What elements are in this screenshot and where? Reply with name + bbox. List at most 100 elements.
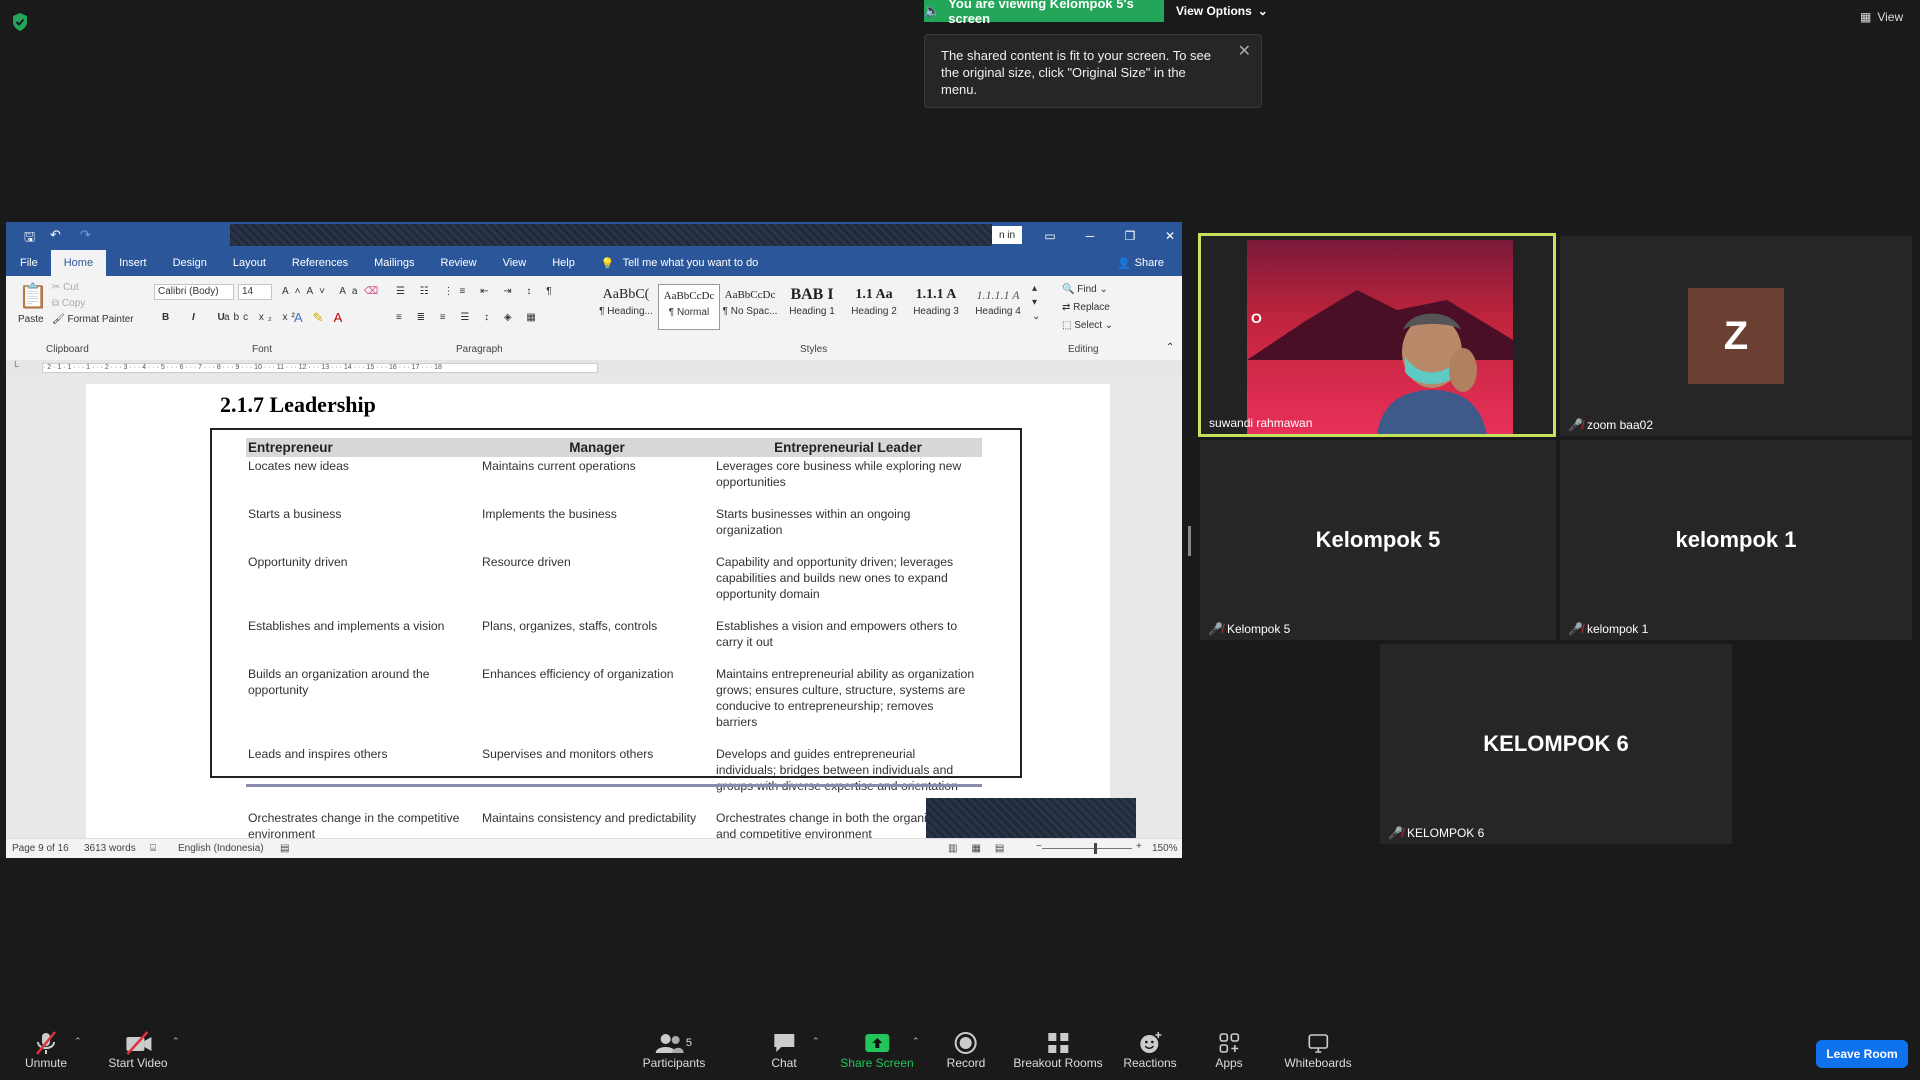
- tab-design[interactable]: Design: [160, 250, 220, 276]
- leave-room-button[interactable]: Leave Room: [1816, 1040, 1908, 1068]
- chat-options-caret-icon[interactable]: ⌃: [812, 1036, 820, 1047]
- panel-splitter-handle[interactable]: [1188, 526, 1191, 556]
- format-painter-button[interactable]: 🖌 Format Painter: [52, 314, 134, 325]
- redo-icon[interactable]: ↷: [80, 227, 91, 243]
- share-options-caret-icon[interactable]: ⌃: [912, 1036, 920, 1047]
- document-area: 2.1.7 Leadership Entrepreneur Manager En…: [6, 374, 1182, 844]
- language-indicator[interactable]: English (Indonesia): [178, 843, 264, 854]
- undo-icon[interactable]: ↶: [50, 227, 61, 243]
- replace-button[interactable]: ⇄ Replace: [1062, 302, 1110, 313]
- word-title-bar: 🖫 ↶ ↷ n in ▭ ─ ❐ ✕: [6, 222, 1182, 250]
- replace-label: Replace: [1073, 302, 1110, 313]
- sign-in-button[interactable]: n in: [992, 226, 1022, 244]
- text-effects-highlight-color-icons[interactable]: A✎A: [294, 310, 352, 326]
- style-heading-gallery-item[interactable]: AaBbC(¶ Heading...: [596, 284, 656, 328]
- share-label: Share: [1134, 257, 1164, 269]
- collapse-ribbon-icon[interactable]: ⌃: [1166, 342, 1174, 353]
- share-button[interactable]: 👤 Share: [1104, 250, 1182, 276]
- share-screen-button[interactable]: Share Screen: [840, 1030, 914, 1070]
- font-size-select[interactable]: 14: [238, 284, 272, 300]
- breakout-rooms-label: Breakout Rooms: [1013, 1056, 1103, 1070]
- zoom-slider-thumb[interactable]: [1094, 843, 1097, 854]
- view-button[interactable]: ▦ View: [1860, 10, 1903, 24]
- breakout-rooms-button[interactable]: Breakout Rooms: [1013, 1030, 1103, 1070]
- list-indent-icons[interactable]: ☰ ☷ ⋮≡ ⇤ ⇥ ↕ ¶: [396, 286, 558, 297]
- section-heading: 2.1.7 Leadership: [220, 392, 376, 417]
- video-tile-kelompok-5[interactable]: Kelompok 5 🎤̸ Kelompok 5: [1200, 440, 1556, 640]
- zoom-out-icon[interactable]: −: [1036, 841, 1042, 852]
- table-cell: Implements the business: [482, 507, 617, 521]
- tab-review[interactable]: Review: [428, 250, 490, 276]
- table-cell: Leverages core business while exploring …: [716, 459, 962, 489]
- tab-help[interactable]: Help: [539, 250, 588, 276]
- select-button[interactable]: ⬚ Select ⌄: [1062, 320, 1113, 331]
- close-window-icon[interactable]: ✕: [1150, 226, 1182, 246]
- font-grow-shrink-icons[interactable]: A˄A˅ Aa: [282, 286, 363, 297]
- shield-icon[interactable]: [10, 12, 30, 32]
- save-icon[interactable]: 🖫: [24, 228, 35, 250]
- style-normal-gallery-item[interactable]: AaBbCcDc ¶ Normal: [658, 284, 720, 330]
- table-cell: Locates new ideas: [248, 459, 349, 473]
- tab-references[interactable]: References: [279, 250, 361, 276]
- tab-view[interactable]: View: [490, 250, 540, 276]
- participant-display-name: KELOMPOK 6: [1483, 731, 1629, 756]
- whiteboards-button[interactable]: Whiteboards: [1284, 1030, 1352, 1070]
- paste-icon[interactable]: 📋: [18, 282, 48, 311]
- chat-label: Chat: [771, 1056, 797, 1070]
- reactions-label: Reactions: [1123, 1056, 1177, 1070]
- table-row: Starts a business Implements the business…: [246, 505, 982, 553]
- styles-scroll-icon[interactable]: ▴ ▾ ⌄: [1032, 282, 1040, 324]
- style-heading2-gallery-item[interactable]: 1.1 Aa Heading 2: [844, 284, 904, 328]
- find-button[interactable]: 🔍 Find ⌄: [1062, 284, 1108, 295]
- copy-button[interactable]: ⧉ Copy: [52, 298, 85, 309]
- tab-mailings[interactable]: Mailings: [361, 250, 427, 276]
- word-count[interactable]: 3613 words: [84, 843, 136, 854]
- video-tile-suwandi[interactable]: O suwandi rahmawan: [1198, 233, 1556, 437]
- style-heading4-gallery-item[interactable]: 1.1.1.1 A Heading 4: [968, 284, 1028, 328]
- page-count[interactable]: Page 9 of 16: [12, 843, 69, 854]
- cut-button[interactable]: ✂ Cut: [52, 282, 79, 293]
- tab-file[interactable]: File: [6, 250, 51, 276]
- reactions-button[interactable]: Reactions: [1123, 1030, 1177, 1070]
- column-header: Entrepreneurial Leader: [714, 438, 982, 457]
- zoom-level[interactable]: 150%: [1152, 843, 1178, 854]
- video-tile-kelompok-6[interactable]: KELOMPOK 6 🎤̸ KELOMPOK 6: [1380, 644, 1732, 844]
- participants-button[interactable]: 5 Participants: [643, 1030, 705, 1070]
- proofing-icon[interactable]: ⌸: [150, 843, 156, 854]
- ruler-scale[interactable]: · 2 · 1 · 1 · · · 1 · · · 2 · · · 3 · · …: [42, 363, 598, 373]
- style-heading3-gallery-item[interactable]: 1.1.1 A Heading 3: [906, 284, 966, 328]
- clear-formatting-icon[interactable]: ⌫: [364, 286, 378, 297]
- zoom-in-icon[interactable]: +: [1136, 841, 1142, 852]
- chat-button[interactable]: Chat: [771, 1030, 797, 1070]
- paste-button[interactable]: Paste: [18, 314, 44, 325]
- tab-insert[interactable]: Insert: [106, 250, 160, 276]
- align-spacing-icons[interactable]: ≡ ≣ ≡ ☰ ↕ ◈ ▦: [396, 312, 542, 323]
- accessibility-icon[interactable]: ▤: [280, 843, 289, 854]
- record-button[interactable]: Record: [947, 1030, 985, 1070]
- start-video-label: Start Video: [108, 1056, 168, 1070]
- apps-button[interactable]: Apps: [1215, 1030, 1243, 1070]
- style-heading1-gallery-item[interactable]: BAB I Heading 1: [782, 284, 842, 328]
- audio-options-caret-icon[interactable]: ⌃: [74, 1036, 82, 1047]
- tooltip-text: The shared content is fit to your screen…: [941, 48, 1212, 97]
- style-no-spacing-gallery-item[interactable]: AaBbCcDc ¶ No Spac...: [720, 284, 780, 328]
- video-tile-kelompok-1[interactable]: kelompok 1 🎤̸ kelompok 1: [1560, 440, 1912, 640]
- restore-icon[interactable]: ❐: [1110, 226, 1150, 246]
- tell-me-box[interactable]: 💡 Tell me what you want to do: [588, 250, 771, 276]
- tab-home[interactable]: Home: [50, 250, 107, 276]
- font-name-select[interactable]: Calibri (Body): [154, 284, 234, 300]
- tab-selector-icon[interactable]: └: [12, 361, 18, 371]
- table-cell: Maintains current operations: [482, 459, 636, 473]
- start-video-button[interactable]: Start Video: [108, 1030, 168, 1070]
- view-mode-icons[interactable]: ▥▦▤: [948, 843, 1018, 854]
- tab-layout[interactable]: Layout: [220, 250, 279, 276]
- reactions-icon: [1123, 1030, 1176, 1056]
- minimize-icon[interactable]: ─: [1070, 226, 1110, 246]
- zoom-slider[interactable]: [1042, 848, 1132, 849]
- close-icon[interactable]: ✕: [1238, 43, 1251, 60]
- ribbon-display-icon[interactable]: ▭: [1030, 226, 1070, 246]
- video-options-caret-icon[interactable]: ⌃: [172, 1036, 180, 1047]
- view-options-button[interactable]: View Options ⌄: [1176, 0, 1286, 22]
- strike-sub-super-icons[interactable]: abc x₂ x²: [224, 312, 299, 323]
- unmute-button[interactable]: Unmute: [25, 1030, 67, 1070]
